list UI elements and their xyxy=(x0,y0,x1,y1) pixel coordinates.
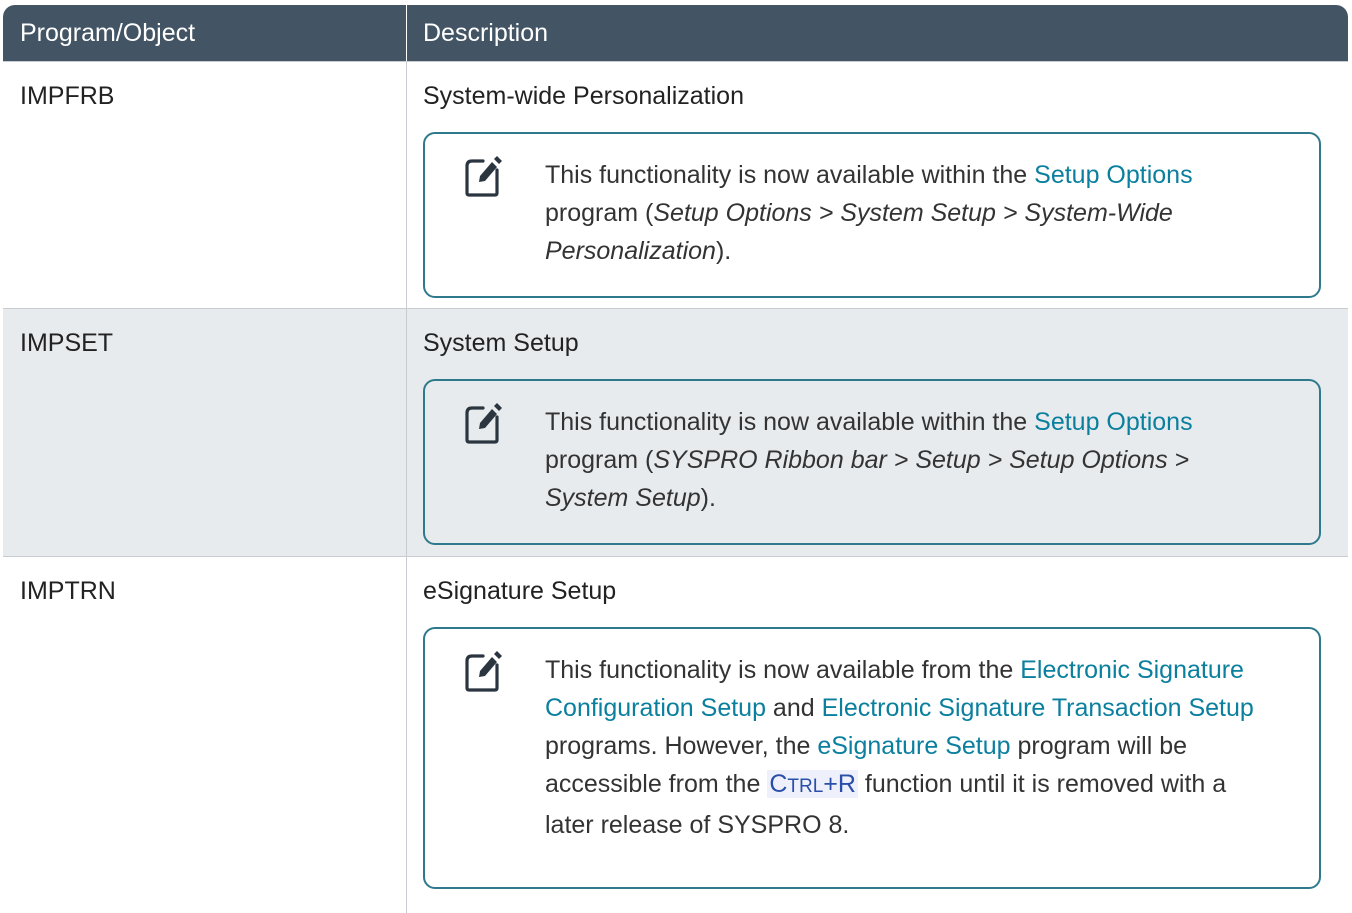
esignature-setup-link[interactable]: eSignature Setup xyxy=(817,732,1010,760)
table-row: IMPSET System Setup This functionality i… xyxy=(3,308,1348,556)
note-box: This functionality is now available with… xyxy=(423,379,1321,545)
header-program-object: Program/Object xyxy=(3,5,407,61)
description-cell: eSignature Setup This functionality is n… xyxy=(407,557,1348,913)
program-cell: IMPSET xyxy=(3,309,407,556)
note-text: This functionality is now available with… xyxy=(545,408,1193,512)
note-box: This functionality is now available from… xyxy=(423,627,1321,889)
note-text: This functionality is now available from… xyxy=(545,656,1254,839)
ctrl-r-shortcut: CTRL+R xyxy=(767,770,858,798)
description-cell: System Setup This functionality is now a… xyxy=(407,309,1348,556)
table-row: IMPTRN eSignature Setup This functionali… xyxy=(3,556,1348,913)
setup-options-link[interactable]: Setup Options xyxy=(1034,161,1192,189)
note-box: This functionality is now available with… xyxy=(423,132,1321,298)
program-table: Program/Object Description IMPFRB System… xyxy=(3,5,1348,913)
setup-options-link[interactable]: Setup Options xyxy=(1034,408,1192,436)
note-icon xyxy=(425,381,545,543)
program-cell: IMPTRN xyxy=(3,557,407,913)
description-title: eSignature Setup xyxy=(423,577,617,605)
note-icon xyxy=(425,134,545,296)
table-row: IMPFRB System-wide Personalization This … xyxy=(3,61,1348,308)
description-cell: System-wide Personalization This functio… xyxy=(407,62,1348,308)
description-title: System Setup xyxy=(423,329,579,357)
note-icon xyxy=(425,629,545,887)
note-text: This functionality is now available with… xyxy=(545,161,1193,265)
table-header: Program/Object Description xyxy=(3,5,1348,61)
program-cell: IMPFRB xyxy=(3,62,407,308)
description-title: System-wide Personalization xyxy=(423,82,744,110)
esig-transaction-setup-link[interactable]: Electronic Signature Transaction Setup xyxy=(822,694,1254,722)
header-description: Description xyxy=(423,18,549,47)
